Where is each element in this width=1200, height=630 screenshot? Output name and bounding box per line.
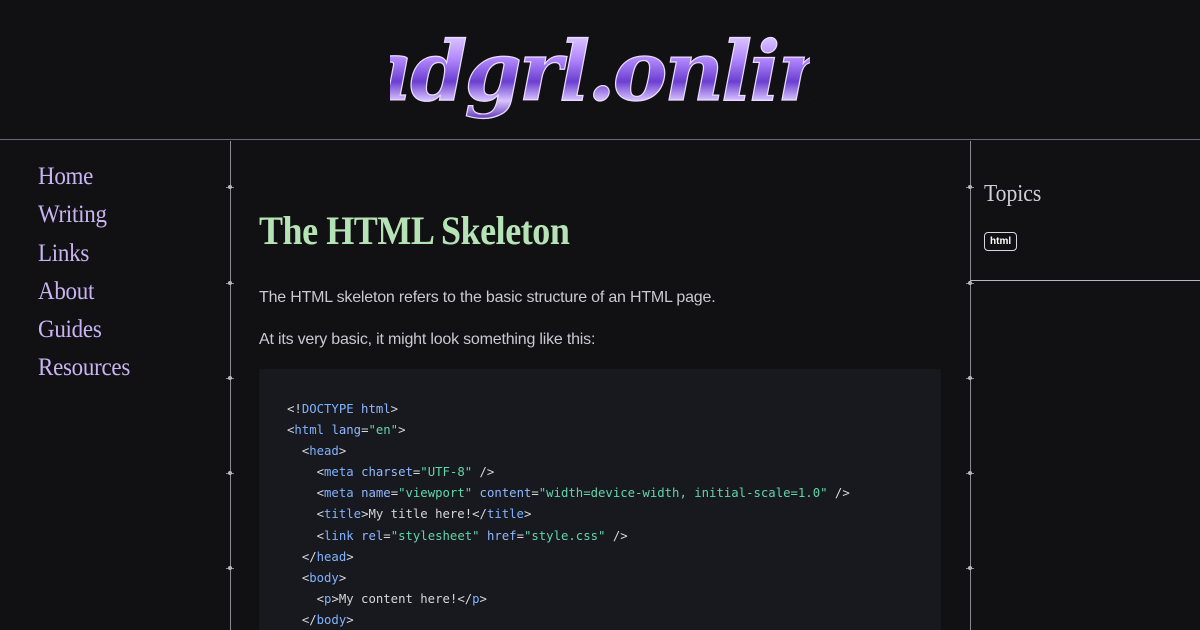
site-header: sadgrl.online <box>0 0 1200 140</box>
nav-link-home[interactable]: Home <box>38 158 130 196</box>
main-nav: Home Writing Links About Guides Resource… <box>38 158 138 388</box>
code-block[interactable]: <!DOCTYPE html> <html lang="en"> <head> … <box>259 369 941 630</box>
divider-tick <box>966 281 974 285</box>
divider-tick <box>966 566 974 570</box>
article: The HTML Skeleton The HTML skeleton refe… <box>259 141 941 630</box>
divider-tick <box>226 471 234 475</box>
divider-tick <box>226 566 234 570</box>
tag-badge-html[interactable]: html <box>984 232 1018 251</box>
logo-wordmark: sadgrl.online <box>390 23 810 120</box>
divider-tick <box>966 376 974 380</box>
article-paragraph: At its very basic, it might look somethi… <box>259 331 596 348</box>
topics-sidebar: Topics html <box>970 141 1200 281</box>
site-logo[interactable]: sadgrl.online <box>390 8 810 134</box>
nav-link-writing[interactable]: Writing <box>38 196 130 234</box>
divider-tick <box>226 185 234 189</box>
topics-heading: Topics <box>984 181 1042 207</box>
nav-link-guides[interactable]: Guides <box>38 311 130 349</box>
code-content: <!DOCTYPE html> <html lang="en"> <head> … <box>287 402 850 627</box>
nav-link-about[interactable]: About <box>38 273 130 311</box>
svg-text:sadgrl.online: sadgrl.online <box>390 24 810 120</box>
article-paragraph: The HTML skeleton refers to the basic st… <box>259 289 716 306</box>
nav-link-links[interactable]: Links <box>38 235 130 273</box>
divider-tick <box>226 281 234 285</box>
nav-link-resources[interactable]: Resources <box>38 349 130 387</box>
left-divider <box>230 141 231 630</box>
divider-tick <box>226 376 234 380</box>
article-title: The HTML Skeleton <box>259 208 570 253</box>
divider-tick <box>966 471 974 475</box>
